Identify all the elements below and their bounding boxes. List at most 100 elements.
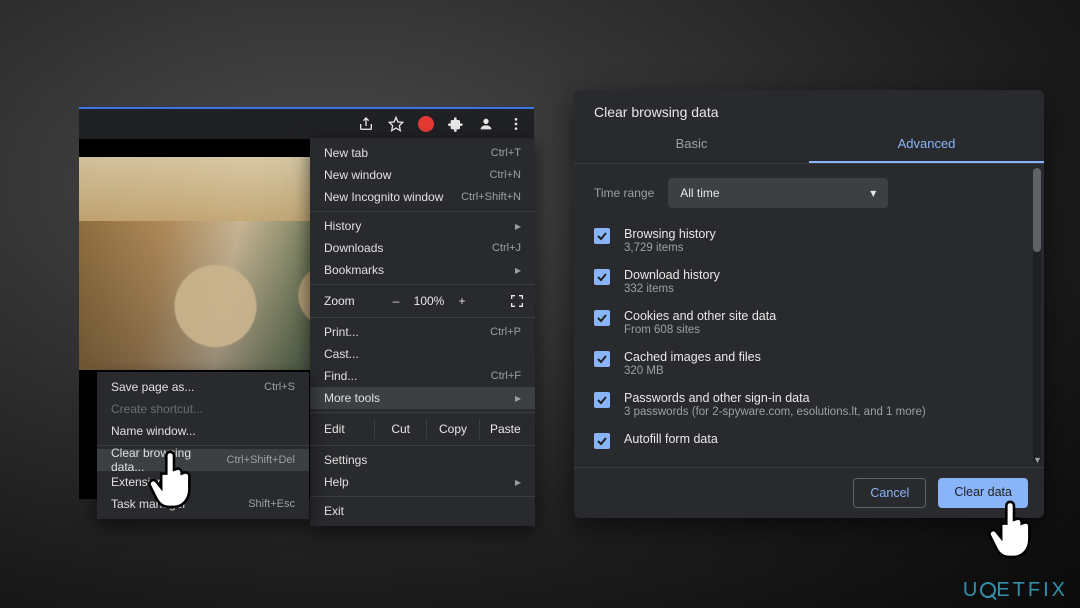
paste-button[interactable]: Paste <box>479 419 531 439</box>
shortcut: Ctrl+N <box>490 169 521 181</box>
kebab-menu-icon[interactable] <box>508 116 524 132</box>
menu-find[interactable]: Find... Ctrl+F <box>310 365 535 387</box>
option-title: Cookies and other site data <box>624 309 776 323</box>
shortcut: Ctrl+S <box>264 381 295 393</box>
chevron-right-icon: ▸ <box>515 391 521 405</box>
star-icon[interactable] <box>388 116 404 132</box>
share-icon[interactable] <box>358 116 374 132</box>
menu-help[interactable]: Help ▸ <box>310 471 535 493</box>
checkbox-checked-icon[interactable] <box>594 433 610 449</box>
magnifier-icon <box>980 582 996 598</box>
menu-new-tab[interactable]: New tab Ctrl+T <box>310 142 535 164</box>
shortcut: Ctrl+Shift+N <box>461 191 521 203</box>
shortcut: Ctrl+F <box>491 370 521 382</box>
submenu-clear-browsing-data[interactable]: Clear browsing data... Ctrl+Shift+Del <box>97 449 309 471</box>
zoom-value: 100% <box>408 294 450 308</box>
menu-history[interactable]: History ▸ <box>310 215 535 237</box>
shortcut: Ctrl+Shift+Del <box>227 454 295 466</box>
option-subtitle: 332 items <box>624 283 720 295</box>
label: New window <box>324 168 391 182</box>
chevron-down-icon: ▾ <box>870 186 876 200</box>
dialog-title: Clear browsing data <box>574 90 1044 126</box>
time-range-select[interactable]: All time ▾ <box>668 178 888 208</box>
option-title: Cached images and files <box>624 350 761 364</box>
option-title: Browsing history <box>624 227 716 241</box>
scrollbar-thumb[interactable] <box>1033 168 1041 252</box>
adblock-icon[interactable] <box>418 116 434 132</box>
option-autofill[interactable]: Autofill form data <box>594 425 1024 456</box>
zoom-in-button[interactable]: + <box>450 294 474 308</box>
label: Create shortcut... <box>111 402 203 416</box>
option-subtitle: 3,729 items <box>624 242 716 254</box>
time-range-value: All time <box>680 186 719 200</box>
checkbox-checked-icon[interactable] <box>594 392 610 408</box>
submenu-create-shortcut: Create shortcut... <box>97 398 309 420</box>
label: New Incognito window <box>324 190 443 204</box>
menu-separator <box>310 317 535 318</box>
menu-cast[interactable]: Cast... <box>310 343 535 365</box>
submenu-extensions[interactable]: Extensions <box>97 471 309 493</box>
option-cookies[interactable]: Cookies and other site dataFrom 608 site… <box>594 302 1024 343</box>
label: Extensions <box>111 475 170 489</box>
menu-print[interactable]: Print... Ctrl+P <box>310 321 535 343</box>
chrome-main-menu: New tab Ctrl+T New window Ctrl+N New Inc… <box>310 138 535 526</box>
submenu-name-window[interactable]: Name window... <box>97 420 309 442</box>
watermark: UETFIX <box>963 579 1068 602</box>
shortcut: Ctrl+T <box>491 147 521 159</box>
shortcut: Ctrl+P <box>490 326 521 338</box>
browser-toolbar <box>79 109 534 139</box>
submenu-save-page[interactable]: Save page as... Ctrl+S <box>97 376 309 398</box>
option-title: Download history <box>624 268 720 282</box>
chevron-right-icon: ▸ <box>515 263 521 277</box>
submenu-task-manager[interactable]: Task manager Shift+Esc <box>97 493 309 515</box>
menu-zoom: Zoom – 100% + <box>310 288 535 314</box>
time-range-label: Time range <box>594 186 654 200</box>
options-list: Browsing history3,729 items Download his… <box>574 216 1036 456</box>
tab-basic[interactable]: Basic <box>574 126 809 163</box>
checkbox-checked-icon[interactable] <box>594 351 610 367</box>
label: Downloads <box>324 241 383 255</box>
more-tools-submenu: Save page as... Ctrl+S Create shortcut..… <box>97 372 309 519</box>
label: Find... <box>324 369 357 383</box>
label: Clear browsing data... <box>111 446 227 474</box>
option-passwords[interactable]: Passwords and other sign-in data3 passwo… <box>594 384 1024 425</box>
label: Help <box>324 475 349 489</box>
menu-new-window[interactable]: New window Ctrl+N <box>310 164 535 186</box>
menu-edit: Edit Cut Copy Paste <box>310 416 535 442</box>
shortcut: Ctrl+J <box>492 242 521 254</box>
checkbox-checked-icon[interactable] <box>594 310 610 326</box>
scroll-down-icon[interactable]: ▼ <box>1033 455 1041 465</box>
menu-settings[interactable]: Settings <box>310 449 535 471</box>
clear-data-button[interactable]: Clear data <box>938 478 1028 508</box>
checkbox-checked-icon[interactable] <box>594 228 610 244</box>
option-browsing-history[interactable]: Browsing history3,729 items <box>594 220 1024 261</box>
option-subtitle: From 608 sites <box>624 324 776 336</box>
label: Settings <box>324 453 367 467</box>
cancel-button[interactable]: Cancel <box>853 478 926 508</box>
label: Exit <box>324 504 344 518</box>
menu-separator <box>310 211 535 212</box>
option-cached[interactable]: Cached images and files320 MB <box>594 343 1024 384</box>
option-title: Autofill form data <box>624 432 718 446</box>
profile-icon[interactable] <box>478 116 494 132</box>
label: Bookmarks <box>324 263 384 277</box>
copy-button[interactable]: Copy <box>426 419 478 439</box>
scrollbar[interactable]: ▼ <box>1033 168 1041 463</box>
zoom-label: Zoom <box>324 294 384 308</box>
checkbox-checked-icon[interactable] <box>594 269 610 285</box>
fullscreen-icon[interactable] <box>509 293 525 309</box>
dialog-tabs: Basic Advanced <box>574 126 1044 164</box>
tab-advanced[interactable]: Advanced <box>809 126 1044 163</box>
dialog-body: Time range All time ▾ Browsing history3,… <box>574 164 1044 467</box>
label: History <box>324 219 361 233</box>
cut-button[interactable]: Cut <box>374 419 426 439</box>
extensions-icon[interactable] <box>448 116 464 132</box>
option-download-history[interactable]: Download history332 items <box>594 261 1024 302</box>
menu-exit[interactable]: Exit <box>310 500 535 522</box>
chevron-right-icon: ▸ <box>515 219 521 233</box>
menu-downloads[interactable]: Downloads Ctrl+J <box>310 237 535 259</box>
menu-more-tools[interactable]: More tools ▸ <box>310 387 535 409</box>
menu-bookmarks[interactable]: Bookmarks ▸ <box>310 259 535 281</box>
zoom-out-button[interactable]: – <box>384 294 408 308</box>
menu-new-incognito[interactable]: New Incognito window Ctrl+Shift+N <box>310 186 535 208</box>
